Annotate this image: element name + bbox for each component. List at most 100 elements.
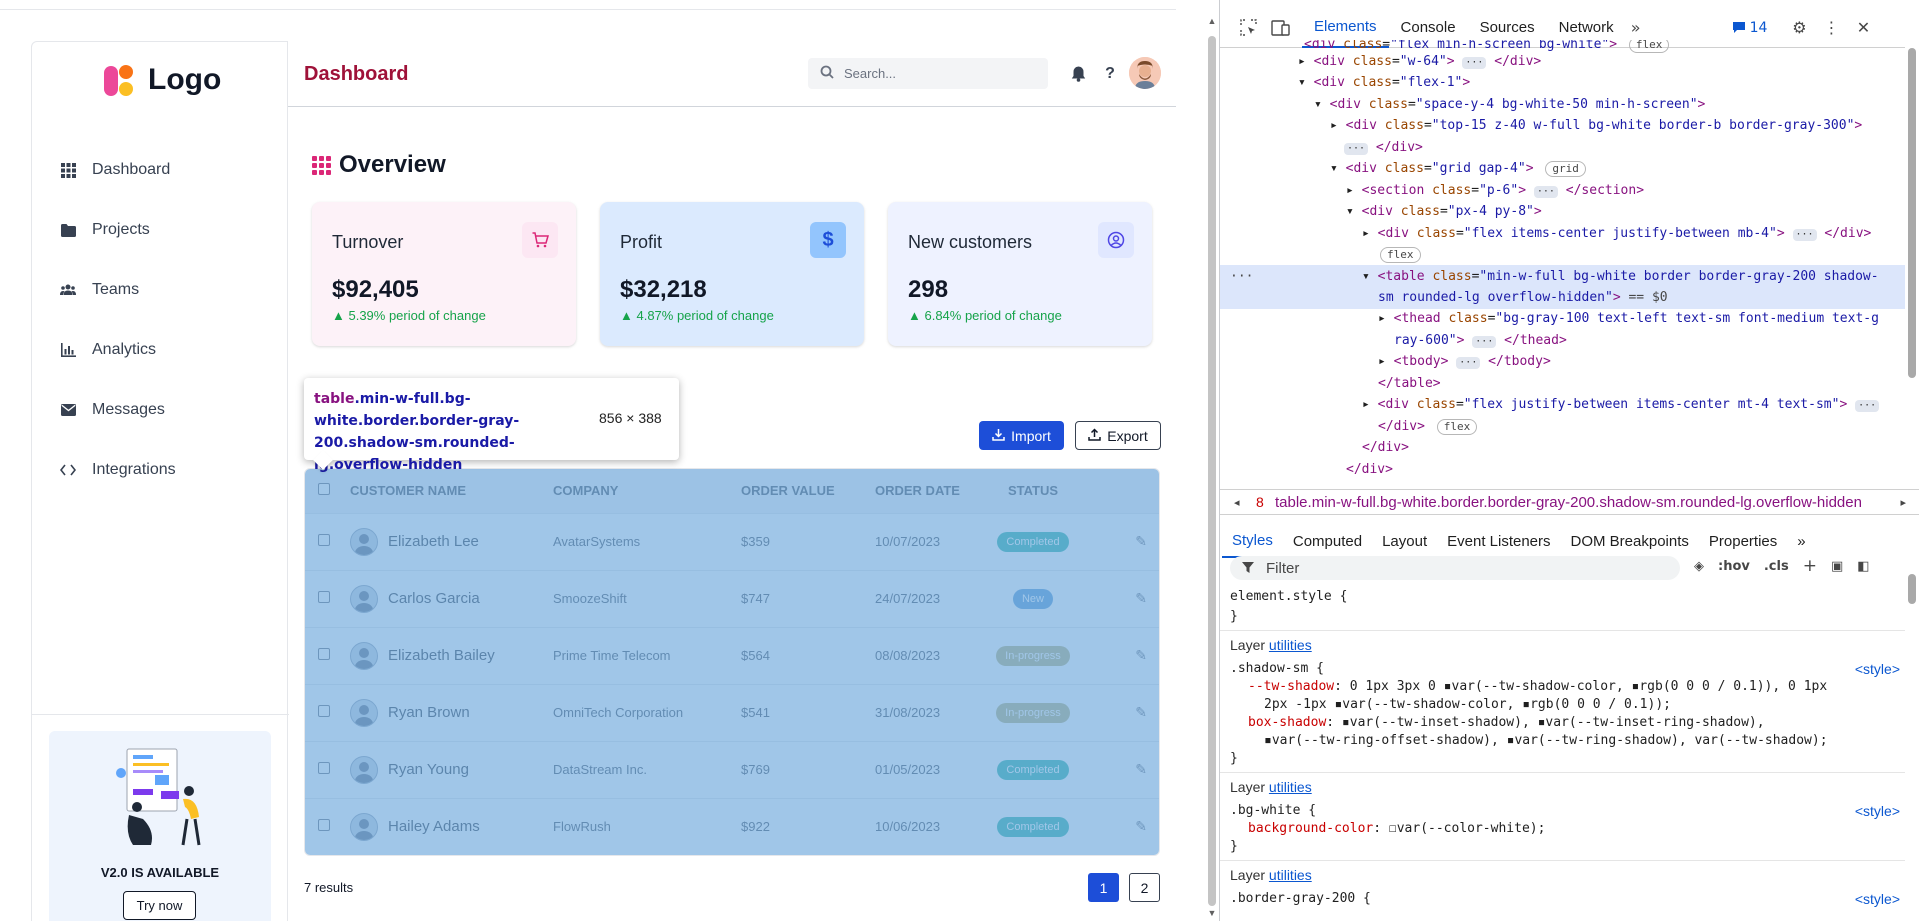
sidebar-item-dashboard[interactable]: Dashboard: [32, 140, 289, 200]
more-options-icon[interactable]: ⋮: [1821, 18, 1841, 38]
pencil-icon[interactable]: ✎: [1135, 647, 1147, 663]
scroll-thumb[interactable]: [1908, 48, 1916, 378]
row-checkbox[interactable]: [318, 762, 330, 774]
pencil-icon[interactable]: ✎: [1135, 533, 1147, 549]
close-devtools-icon[interactable]: ✕: [1853, 18, 1873, 38]
sidebar-item-teams[interactable]: Teams: [32, 260, 289, 320]
table-row[interactable]: Hailey Adams FlowRush $922 10/06/2023 Comple…: [305, 798, 1159, 855]
row-checkbox[interactable]: [318, 648, 330, 660]
row-checkbox[interactable]: [318, 819, 330, 832]
sidebar-item-messages[interactable]: Messages: [32, 380, 289, 440]
tab-dom-breakpoints[interactable]: DOM Breakpoints: [1561, 524, 1699, 558]
issues-badge[interactable]: 14: [1732, 20, 1767, 36]
status-badge: Completed: [997, 759, 1069, 780]
scroll-thumb[interactable]: [1208, 36, 1216, 906]
row-select-cell: [305, 798, 350, 855]
inspect-tooltip: table.min-w-full.bg-white.border.border-…: [304, 378, 679, 473]
cls-toggle[interactable]: .cls: [1764, 559, 1789, 574]
try-now-button[interactable]: Try now: [123, 891, 196, 920]
row-checkbox[interactable]: [318, 705, 330, 717]
column-header[interactable]: STATUS: [993, 469, 1073, 513]
status-cell: New: [993, 570, 1073, 627]
sidebar-item-analytics[interactable]: Analytics: [32, 320, 289, 380]
import-label: Import: [1011, 427, 1051, 444]
status-badge: Completed: [997, 816, 1069, 837]
tab-properties[interactable]: Properties: [1699, 524, 1787, 558]
settings-gear-icon[interactable]: ⚙: [1789, 18, 1809, 38]
crumb-next-icon[interactable]: ▸: [1900, 496, 1906, 509]
customer-avatar: [350, 584, 378, 613]
order-value-cell: $922: [741, 819, 770, 835]
help-icon[interactable]: ?: [1101, 65, 1119, 83]
pencil-icon[interactable]: ✎: [1135, 818, 1147, 834]
table-row[interactable]: Ryan Young DataStream Inc. $769 01/05/2023 C…: [305, 741, 1159, 798]
hov-toggle[interactable]: :hov: [1718, 559, 1750, 574]
page-button-2[interactable]: 2: [1129, 873, 1160, 902]
inspect-element-icon[interactable]: [1238, 18, 1258, 38]
more-subtabs-icon[interactable]: »: [1787, 524, 1815, 558]
customer-avatar: [350, 812, 378, 841]
order-date-cell: 24/07/2023: [875, 591, 941, 606]
search-input[interactable]: Search...: [808, 58, 1048, 89]
table-row[interactable]: Elizabeth Lee AvatarSystems $359 10/07/2023…: [305, 513, 1159, 570]
more-tabs-icon[interactable]: »: [1626, 18, 1646, 38]
grid-icon: [60, 162, 76, 178]
pencil-icon[interactable]: ✎: [1135, 761, 1147, 777]
styles-scrollbar[interactable]: [1905, 556, 1919, 921]
column-header[interactable]: ORDER DATE: [875, 469, 993, 513]
device-toolbar-icon[interactable]: [1270, 18, 1290, 38]
pencil-icon[interactable]: ✎: [1135, 590, 1147, 606]
edit-cell: ✎: [1073, 513, 1159, 570]
sidebar-item-integrations[interactable]: Integrations: [32, 440, 289, 500]
crumb-prev-icon[interactable]: ◂: [1234, 496, 1240, 509]
users-icon: [60, 282, 76, 298]
scroll-thumb[interactable]: [1908, 574, 1916, 604]
table-row[interactable]: Carlos Garcia SmoozeShift $747 24/07/2023 Ne…: [305, 570, 1159, 627]
sidebar-item-label: Projects: [92, 221, 150, 238]
row-checkbox[interactable]: [318, 534, 330, 546]
customer-name: Ryan Young: [388, 761, 469, 778]
computed-styles-icon[interactable]: ▣: [1831, 559, 1843, 574]
column-header[interactable]: ORDER VALUE: [741, 469, 875, 513]
order-date-cell: 01/05/2023: [875, 762, 941, 777]
export-label: Export: [1107, 427, 1148, 444]
tab-event-listeners[interactable]: Event Listeners: [1437, 524, 1560, 558]
crumb-selector[interactable]: table.min-w-full.bg-white.border.border-…: [1275, 494, 1862, 511]
sidebar-item-label: Messages: [92, 401, 165, 418]
card-value: $32,218: [620, 276, 707, 303]
company-cell: OmniTech Corporation: [553, 705, 684, 720]
tab-computed[interactable]: Computed: [1283, 524, 1372, 558]
new-style-rule-icon[interactable]: +: [1803, 556, 1817, 576]
styles-toolbar: ◈ :hov .cls + ▣ ◧: [1694, 556, 1870, 576]
logo[interactable]: Logo: [104, 63, 221, 97]
edit-cell: ✎: [1073, 570, 1159, 627]
toggle-sidebar-icon[interactable]: ◧: [1857, 559, 1869, 574]
sidebar-divider: [32, 714, 289, 715]
customer-name: Hailey Adams: [388, 818, 480, 836]
page-scrollbar[interactable]: ▲ ▼: [1205, 12, 1219, 921]
page-button-1[interactable]: 1: [1088, 873, 1119, 902]
pencil-icon[interactable]: ✎: [1135, 704, 1147, 720]
top-divider: [0, 9, 1176, 10]
table-row[interactable]: Ryan Brown OmniTech Corporation $541 31/08/…: [305, 684, 1159, 741]
folder-icon: [60, 222, 76, 238]
tab-styles[interactable]: Styles: [1222, 524, 1283, 558]
select-all-checkbox[interactable]: [318, 483, 330, 496]
row-checkbox[interactable]: [318, 591, 330, 603]
import-button[interactable]: Import: [979, 421, 1064, 450]
order-date-cell: 31/08/2023: [875, 705, 941, 720]
download-icon: [992, 428, 1005, 444]
bell-icon[interactable]: [1069, 65, 1087, 83]
avatar[interactable]: [1129, 57, 1161, 89]
customer-avatar: [350, 527, 378, 556]
tab-layout[interactable]: Layout: [1372, 524, 1437, 558]
dom-scrollbar[interactable]: [1905, 40, 1919, 482]
styles-filter-input[interactable]: Filter: [1230, 556, 1680, 580]
company-cell: FlowRush: [553, 819, 611, 835]
color-format-icon[interactable]: ◈: [1694, 559, 1704, 574]
export-button[interactable]: Export: [1075, 421, 1161, 450]
table-row[interactable]: Elizabeth Bailey Prime Time Telecom $564 08…: [305, 627, 1159, 684]
promo-illustration: [116, 748, 201, 846]
overview-heading: Overview: [312, 151, 446, 179]
sidebar-item-projects[interactable]: Projects: [32, 200, 289, 260]
